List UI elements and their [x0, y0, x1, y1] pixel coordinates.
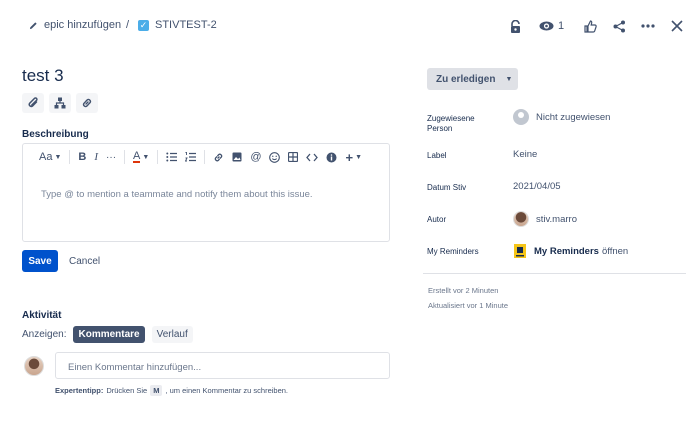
- share-icon[interactable]: [613, 16, 626, 36]
- reminders-link-rest: öffnen: [601, 245, 629, 257]
- add-epic-link[interactable]: epic hinzufügen: [29, 19, 121, 31]
- shortcut-key: M: [150, 385, 163, 396]
- text-style-dropdown[interactable]: Aa ▼: [39, 151, 61, 163]
- show-label: Anzeigen:: [22, 329, 67, 340]
- chevron-down-icon: ▼: [142, 153, 150, 161]
- assignee-label: Zugewiesene: [427, 114, 475, 123]
- link-icon[interactable]: [213, 152, 224, 163]
- lock-icon[interactable]: [510, 16, 521, 36]
- reminders-link-bold: My Reminders: [534, 245, 599, 257]
- text-color-label: A: [133, 150, 141, 163]
- tip-title: Expertentipp:: [55, 386, 104, 395]
- avatar: [513, 211, 529, 227]
- author-value: stiv.marro: [536, 213, 577, 225]
- assignee-field[interactable]: Nicht zugewiesen: [513, 109, 610, 125]
- date-label: Datum Stiv: [427, 183, 467, 192]
- editor-toolbar: Aa ▼ B I ··· A ▼ @ + ▼: [23, 144, 389, 170]
- insert-dropdown[interactable]: + ▼: [345, 150, 362, 165]
- date-value[interactable]: 2021/04/05: [513, 181, 561, 192]
- pencil-icon: [29, 21, 38, 30]
- status-label: Zu erledigen: [436, 73, 496, 85]
- watch-count: 1: [558, 20, 565, 32]
- issue-key: STIVTEST-2: [155, 19, 217, 31]
- assignee-label-continuation: Person: [427, 124, 453, 133]
- eye-icon: [539, 21, 554, 31]
- tip-text-before: Drücken Sie: [106, 386, 148, 395]
- image-icon[interactable]: [232, 152, 242, 162]
- attach-button[interactable]: [22, 93, 44, 113]
- task-checkbox-icon: ✓: [138, 19, 149, 31]
- link-icon: [81, 97, 93, 109]
- bullet-list-icon[interactable]: [166, 152, 178, 162]
- info-icon[interactable]: [326, 152, 337, 163]
- toolbar-divider: [204, 150, 206, 164]
- breadcrumb-separator: /: [126, 19, 130, 31]
- assignee-value: Nicht zugewiesen: [536, 111, 611, 123]
- more-actions-icon[interactable]: [641, 16, 655, 36]
- chevron-down-icon: ▼: [54, 153, 62, 161]
- italic-button[interactable]: I: [94, 151, 98, 163]
- author-field[interactable]: stiv.marro: [513, 211, 577, 227]
- reminder-app-icon: [513, 243, 527, 259]
- created-info: Erstellt vor 2 Minuten: [428, 286, 499, 295]
- comment-tip: Expertentipp: Drücken Sie M , um einen K…: [55, 385, 288, 396]
- paperclip-icon: [28, 97, 39, 109]
- child-issue-button[interactable]: [49, 93, 71, 113]
- more-formatting-button[interactable]: ···: [106, 152, 116, 163]
- chevron-down-icon: ▼: [505, 75, 513, 83]
- save-button[interactable]: Save: [22, 250, 58, 272]
- emoji-icon[interactable]: [269, 151, 281, 163]
- cancel-button[interactable]: Cancel: [69, 256, 100, 267]
- description-placeholder: Type @ to mention a teammate and notify …: [41, 189, 313, 200]
- close-icon[interactable]: [671, 16, 683, 36]
- text-style-label: Aa: [39, 151, 53, 163]
- activity-filter: Anzeigen: Kommentare Verlauf: [22, 326, 193, 343]
- description-editor[interactable]: Aa ▼ B I ··· A ▼ @ + ▼ Type @ to mention…: [22, 143, 390, 242]
- bold-button[interactable]: B: [78, 151, 86, 163]
- mention-icon[interactable]: @: [250, 151, 261, 163]
- toolbar-divider: [124, 150, 126, 164]
- issue-key-link[interactable]: ✓ STIVTEST-2: [138, 19, 217, 31]
- comment-input[interactable]: Einen Kommentar hinzufügen...: [55, 352, 390, 379]
- updated-info: Aktualisiert vor 1 Minute: [428, 301, 509, 310]
- plus-icon: +: [345, 149, 354, 165]
- chevron-down-icon: ▼: [355, 153, 363, 161]
- watch-button[interactable]: 1: [539, 16, 564, 36]
- reminders-label: My Reminders: [427, 247, 479, 256]
- tab-comments[interactable]: Kommentare: [73, 326, 145, 343]
- label-label: Label: [427, 151, 447, 160]
- activity-label: Aktivität: [22, 310, 62, 321]
- thumbs-up-icon[interactable]: [584, 16, 597, 36]
- tip-text-after: , um einen Kommentar zu schreiben.: [165, 386, 289, 395]
- author-label: Autor: [427, 215, 447, 224]
- reminders-link[interactable]: My Reminders öffnen: [513, 243, 628, 259]
- link-issue-button[interactable]: [76, 93, 98, 113]
- code-icon[interactable]: [306, 153, 319, 162]
- table-icon[interactable]: [288, 152, 299, 162]
- numbered-list-icon[interactable]: [185, 152, 197, 162]
- divider: [423, 273, 686, 274]
- label-value[interactable]: Keine: [513, 149, 537, 160]
- add-epic-label: epic hinzufügen: [44, 19, 122, 31]
- issue-title[interactable]: test 3: [22, 66, 64, 86]
- hierarchy-icon: [54, 97, 66, 109]
- toolbar-divider: [157, 150, 159, 164]
- description-label: Beschreibung: [22, 129, 89, 140]
- toolbar-divider: [69, 150, 71, 164]
- avatar: [24, 356, 44, 376]
- tab-history[interactable]: Verlauf: [151, 326, 193, 343]
- text-color-dropdown[interactable]: A ▼: [133, 151, 149, 163]
- unassigned-avatar-icon: [513, 109, 529, 125]
- status-dropdown[interactable]: Zu erledigen ▼: [427, 68, 518, 90]
